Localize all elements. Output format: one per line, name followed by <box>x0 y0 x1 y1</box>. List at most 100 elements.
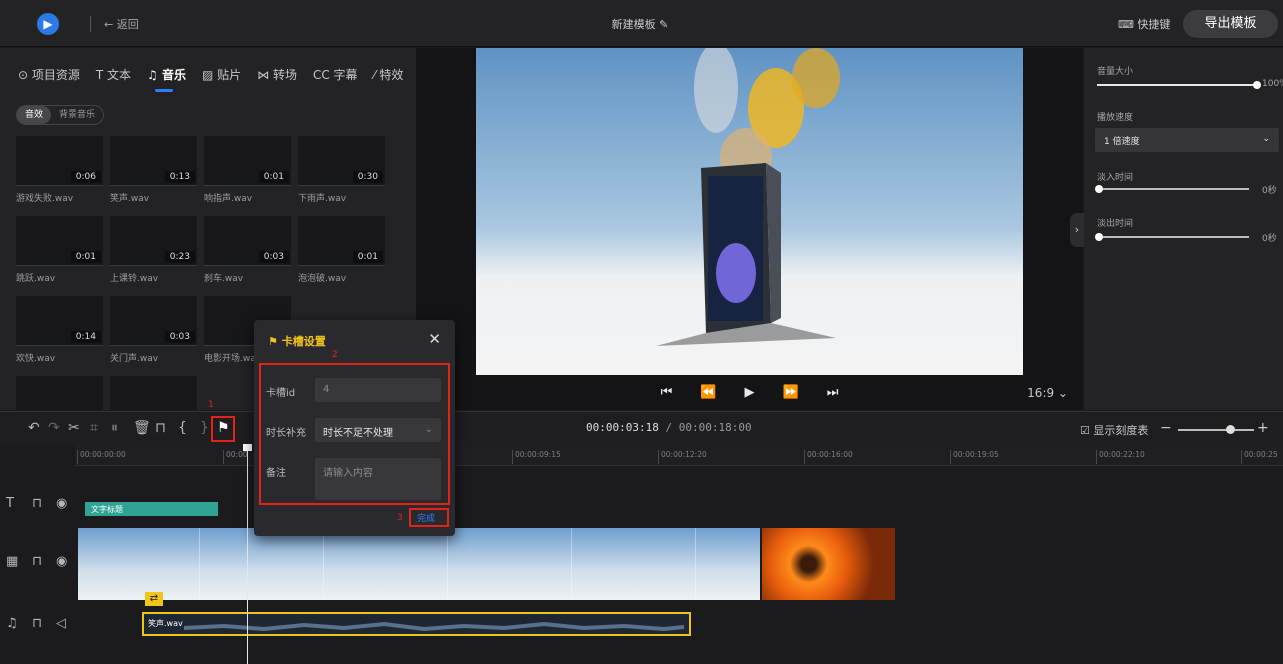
fade-out-value: 0秒 <box>1262 234 1277 244</box>
redo-icon[interactable]: ↷ <box>48 420 60 436</box>
tab-project[interactable]: ⊙ 项目资源 <box>18 66 80 83</box>
speed-select[interactable]: 1 倍速度 ⌄ <box>1095 128 1279 152</box>
video-track-icon: ▦ <box>6 554 19 569</box>
volume-knob[interactable] <box>1253 81 1261 89</box>
subtab-sound-effects[interactable]: 音效 <box>17 106 52 124</box>
show-ruler-checkbox[interactable]: ☑ 显示刻度表 <box>1080 422 1148 438</box>
play-icon[interactable]: ▶ <box>745 385 755 407</box>
duration-fill-select[interactable]: 时长不足不处理 ⌄ <box>315 418 441 442</box>
speed-label: 播放速度 <box>1097 113 1134 123</box>
duration-badge: 0:23 <box>164 251 195 263</box>
page-title[interactable]: 新建模板 ✎ <box>560 16 720 32</box>
lock-icon[interactable]: ⊓ <box>32 496 42 511</box>
sound-name: 笑声.wav <box>110 194 150 204</box>
fade-in-slider[interactable] <box>1095 185 1249 193</box>
playhead[interactable] <box>243 444 252 664</box>
export-template-button[interactable]: 导出模板 <box>1183 10 1278 38</box>
eye-icon[interactable]: ◉ <box>56 554 67 569</box>
back-button[interactable]: ← 返回 <box>104 16 139 32</box>
tab-music[interactable]: ♫ 音乐 <box>147 66 186 92</box>
volume-slider[interactable] <box>1097 81 1261 89</box>
loop-icon[interactable]: ⇄ <box>145 592 163 606</box>
zoom-out-icon[interactable]: − <box>1160 420 1172 436</box>
note-textarea[interactable]: 请输入内容 <box>315 458 441 500</box>
sound-thumbnail: 0:03 <box>204 216 291 266</box>
lock-icon[interactable]: ⊓ <box>155 420 166 436</box>
lock-icon[interactable]: ⊓ <box>32 554 42 569</box>
bracket-left-icon[interactable]: { <box>178 420 187 436</box>
video-frame-thumbnail <box>698 528 760 600</box>
total-time: / 00:00:18:00 <box>658 421 752 434</box>
aspect-ratio-select[interactable]: 16:9 ⌄ <box>1027 386 1068 400</box>
annotation-marker-3: 3 <box>397 513 403 523</box>
fade-out-knob[interactable] <box>1095 233 1103 241</box>
tab-subtitle[interactable]: CC 字幕 <box>313 66 358 83</box>
slot-id-field[interactable]: 4 <box>315 378 441 402</box>
fade-in-label: 淡入时间 <box>1097 173 1134 183</box>
slot-id-label: 卡槽id <box>266 388 296 399</box>
sound-item[interactable]: 0:01 响指声.wav <box>204 136 291 204</box>
sound-item[interactable]: 0:01 跳跃.wav <box>16 216 103 284</box>
tab-effects[interactable]: ⁄ 特效 <box>374 66 404 83</box>
skip-start-icon[interactable]: ⏮ <box>661 385 673 407</box>
flower-video-clip[interactable] <box>762 528 895 600</box>
subtab-background-music[interactable]: 背景音乐 <box>51 106 103 124</box>
sound-item[interactable]: 0:03 刹车.wav <box>204 216 291 284</box>
sound-name: 刹车.wav <box>204 274 244 284</box>
eye-icon[interactable]: ◉ <box>56 496 67 511</box>
bracket-right-icon[interactable]: } <box>200 420 209 436</box>
sound-item[interactable] <box>16 376 103 410</box>
split-icon[interactable]: ✂ <box>68 420 80 436</box>
forward-icon[interactable]: ⏩ <box>783 385 799 407</box>
fade-in-value: 0秒 <box>1262 186 1277 196</box>
sound-thumbnail: 0:14 <box>16 296 103 346</box>
zoom-slider[interactable] <box>1178 429 1254 431</box>
sound-item[interactable]: 0:01 泡泡破.wav <box>298 216 385 284</box>
tab-text[interactable]: T 文本 <box>96 66 131 83</box>
zoom-in-icon[interactable]: + <box>1257 420 1269 436</box>
note-label: 备注 <box>266 468 286 479</box>
sound-item[interactable] <box>110 376 197 410</box>
zoom-knob[interactable] <box>1226 425 1235 434</box>
video-clip[interactable] <box>78 528 760 600</box>
delete-icon[interactable]: 🗑 <box>133 420 151 436</box>
duration-badge: 0:13 <box>164 171 195 183</box>
video-preview[interactable] <box>476 48 1023 375</box>
tab-sticker[interactable]: ▨ 贴片 <box>202 66 241 83</box>
sound-item[interactable]: 0:23 上课铃.wav <box>110 216 197 284</box>
tab-transition[interactable]: ⋈ 转场 <box>257 66 297 83</box>
volume-label: 音量大小 <box>1097 67 1134 77</box>
close-icon[interactable]: ✕ <box>428 330 441 348</box>
volume-value: 100% <box>1262 79 1283 89</box>
crop-icon[interactable]: ⌗ <box>90 420 98 436</box>
sound-thumbnail: 0:13 <box>110 136 197 186</box>
done-button[interactable]: 完成 <box>417 511 435 524</box>
sound-item[interactable]: 0:14 欢快.wav <box>16 296 103 364</box>
speaker-icon[interactable]: ◁ <box>56 616 66 631</box>
sound-item[interactable]: 0:13 笑声.wav <box>110 136 197 204</box>
sound-item[interactable]: 0:30 下雨声.wav <box>298 136 385 204</box>
undo-icon[interactable]: ↶ <box>28 420 40 436</box>
freeze-icon[interactable]: ⏸ <box>111 420 118 436</box>
duration-badge: 0:01 <box>352 251 383 263</box>
fade-out-label: 淡出时间 <box>1097 219 1134 229</box>
skip-end-icon[interactable]: ⏭ <box>827 385 839 407</box>
app-logo-icon: ▶ <box>37 13 59 35</box>
text-clip[interactable]: 文字标题 <box>85 502 218 516</box>
current-time: 00:00:03:18 <box>586 421 659 434</box>
sound-item[interactable]: 0:06 游戏失败.wav <box>16 136 103 204</box>
fade-out-slider[interactable] <box>1095 233 1249 241</box>
slot-flag-icon[interactable]: ⚑ <box>217 420 230 436</box>
lock-icon[interactable]: ⊓ <box>32 616 42 631</box>
duration-badge: 0:03 <box>258 251 289 263</box>
duration-badge: 0:06 <box>70 171 101 183</box>
shortcut-button[interactable]: ⌨ 快捷键 <box>1118 16 1170 32</box>
fade-in-knob[interactable] <box>1095 185 1103 193</box>
rewind-icon[interactable]: ⏪ <box>700 385 716 407</box>
collapse-panel-button[interactable]: › <box>1070 213 1084 247</box>
properties-panel: 音量大小 100% 播放速度 1 倍速度 ⌄ 淡入时间 0秒 淡出时间 0秒 <box>1084 48 1283 410</box>
sound-name: 跳跃.wav <box>16 274 56 284</box>
audio-clip[interactable]: 笑声.wav <box>142 612 691 636</box>
sound-thumbnail: 0:01 <box>298 216 385 266</box>
sound-item[interactable]: 0:03 关门声.wav <box>110 296 197 364</box>
